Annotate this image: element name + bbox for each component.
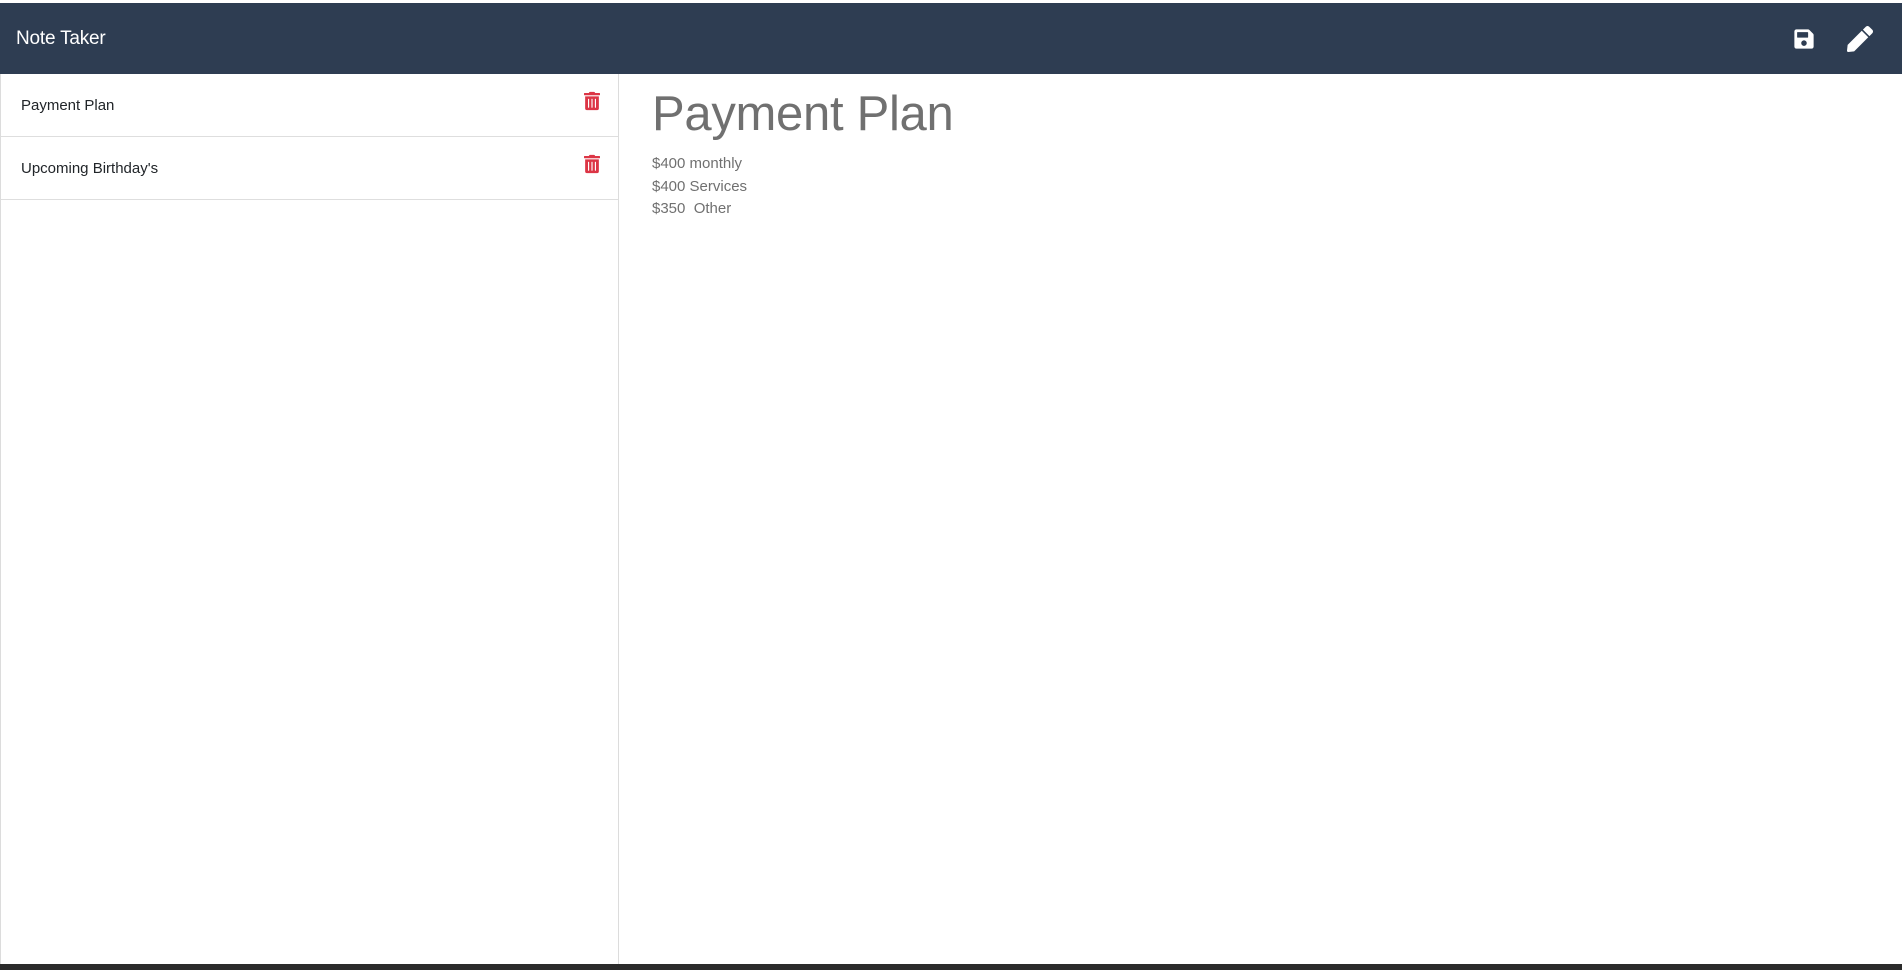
note-item-title[interactable]: Payment Plan	[21, 97, 114, 114]
navbar-actions	[1791, 3, 1902, 74]
note-line: $400 monthly	[652, 155, 743, 172]
save-icon	[1794, 28, 1814, 49]
note-line: $350 Other	[652, 200, 732, 217]
note-text-area[interactable]: $400 monthly $400 Services $350 Other	[652, 153, 747, 221]
new-note-button[interactable]	[1847, 25, 1873, 52]
app-title[interactable]: Note Taker	[0, 28, 106, 50]
list-item[interactable]: Upcoming Birthday's	[1, 137, 618, 200]
note-item-title[interactable]: Upcoming Birthday's	[21, 160, 158, 177]
trash-icon[interactable]	[584, 91, 600, 111]
note-editor: Payment Plan $400 monthly $400 Services $3…	[620, 74, 1902, 964]
note-list: Payment Plan Upcoming Birthday's	[1, 74, 618, 200]
pencil-icon	[1847, 25, 1873, 52]
navbar: Note Taker	[0, 3, 1902, 74]
save-note-button[interactable]	[1791, 26, 1817, 52]
note-title-input[interactable]: Payment Plan	[652, 86, 954, 142]
notes-sidebar: Payment Plan Upcoming Birthday's	[0, 74, 619, 964]
note-line: $400 Services	[652, 177, 748, 195]
trash-icon[interactable]	[584, 154, 600, 174]
list-item[interactable]: Payment Plan	[1, 74, 618, 137]
bottom-bar	[0, 964, 1902, 970]
